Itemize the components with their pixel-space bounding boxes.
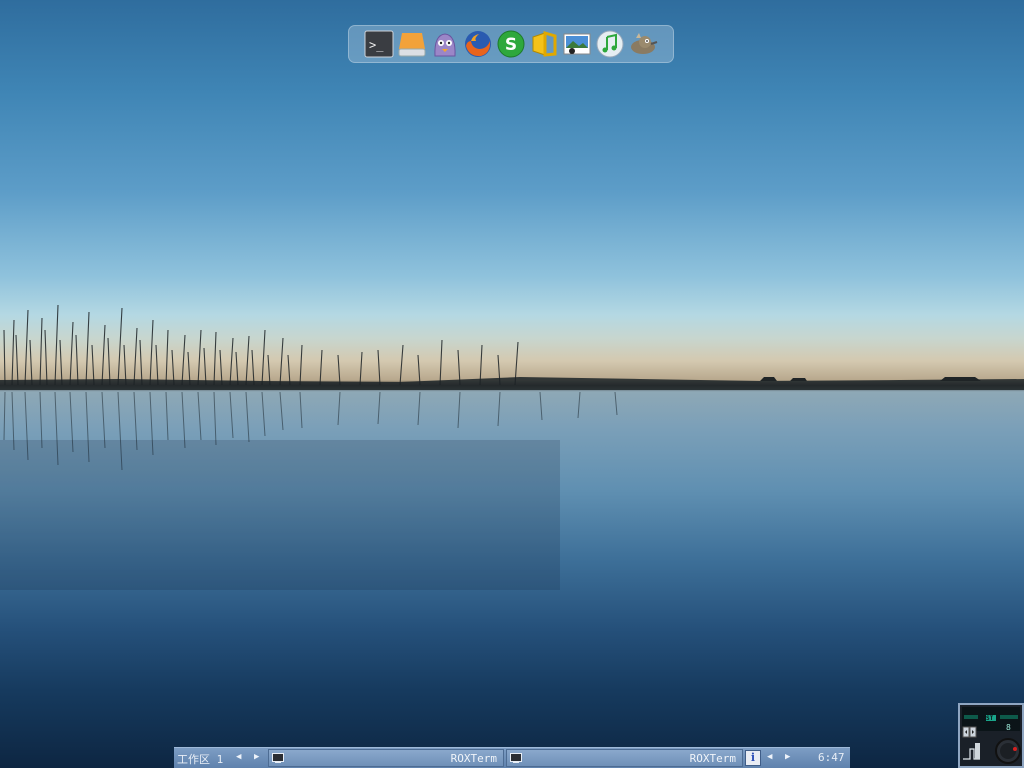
task-label: ROXTerm (450, 752, 497, 765)
clock[interactable]: 6:47 (818, 751, 845, 764)
svg-text:>_: >_ (369, 38, 384, 52)
terminal-icon[interactable]: >_ (364, 29, 394, 59)
launcher-dock: >_ S (348, 25, 674, 63)
system-monitor-dockapp[interactable]: ST 8 (958, 703, 1024, 768)
workspace-prev-button[interactable]: ◀ (236, 752, 241, 762)
image-viewer-icon[interactable] (562, 29, 592, 59)
dockapp-badge: ST (986, 715, 994, 722)
gimp-icon[interactable] (628, 29, 658, 59)
file-manager-icon[interactable] (397, 29, 427, 59)
task-scroll-left-button[interactable]: ◀ (767, 752, 772, 762)
task-label: ROXTerm (689, 752, 736, 765)
music-player-icon[interactable] (595, 29, 625, 59)
firefox-icon[interactable] (463, 29, 493, 59)
terminal-icon (272, 753, 284, 763)
skype-icon[interactable]: S (496, 29, 526, 59)
task-roxterm-2[interactable]: ROXTerm (506, 749, 743, 767)
task-scroll-right-button[interactable]: ▶ (785, 752, 790, 762)
workspace-next-button[interactable]: ▶ (254, 752, 259, 762)
office-icon[interactable] (529, 29, 559, 59)
svg-text:S: S (505, 35, 517, 55)
terminal-icon (510, 753, 522, 763)
workspace-label[interactable]: 工作区 1 (177, 751, 223, 767)
dockapp-readout: 8 (1006, 723, 1011, 732)
info-button[interactable]: i (745, 750, 761, 766)
desktop-wallpaper (0, 0, 1024, 768)
task-roxterm-1[interactable]: ROXTerm (268, 749, 504, 767)
pidgin-icon[interactable] (430, 29, 460, 59)
